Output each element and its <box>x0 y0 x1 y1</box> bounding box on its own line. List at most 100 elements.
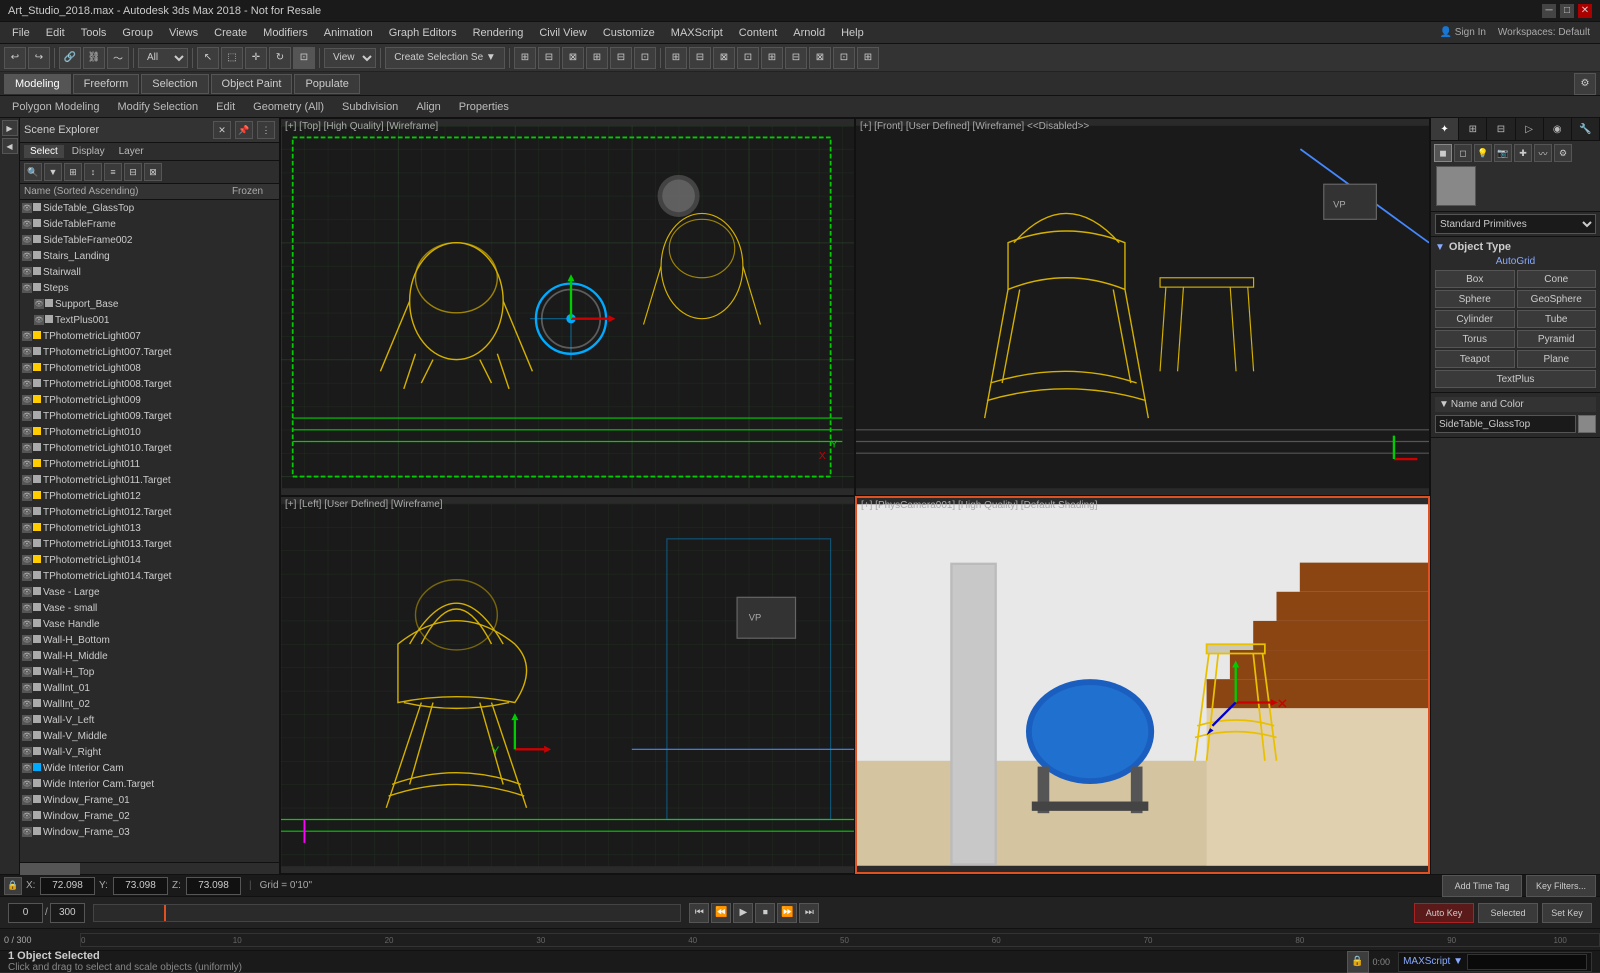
scene-list-item[interactable]: 👁Steps <box>20 280 279 296</box>
scene-list-item[interactable]: 👁Wall-H_Bottom <box>20 632 279 648</box>
left-mini-btn-2[interactable]: ◀ <box>2 138 18 154</box>
subtab-properties[interactable]: Properties <box>451 100 517 114</box>
menu-views[interactable]: Views <box>161 25 206 41</box>
ot-pyramid-button[interactable]: Pyramid <box>1517 330 1597 348</box>
scene-close-button[interactable]: ✕ <box>213 121 231 139</box>
set-key-button[interactable]: Set Key <box>1542 903 1592 923</box>
tab-selection[interactable]: Selection <box>141 74 208 94</box>
rp-color-swatch[interactable] <box>1578 415 1596 433</box>
scene-scrollbar-thumb[interactable] <box>20 863 80 875</box>
ref-coord-dropdown[interactable]: View <box>324 48 376 68</box>
menu-group[interactable]: Group <box>114 25 161 41</box>
vp-br-label[interactable]: [+] [PhysCamera001] [High Quality] [Defa… <box>861 500 1098 511</box>
tab-modeling[interactable]: Modeling <box>4 74 71 94</box>
subtab-subdivision[interactable]: Subdivision <box>334 100 406 114</box>
vp-tl-label[interactable]: [+] [Top] [High Quality] [Wireframe] <box>285 121 438 132</box>
timeline-bar[interactable] <box>93 904 682 922</box>
scene-list-item[interactable]: 👁Stairs_Landing <box>20 248 279 264</box>
align-button[interactable]: ⊟ <box>538 47 560 69</box>
scene-list-item[interactable]: 👁TPhotometricLight012.Target <box>20 504 279 520</box>
scene-list-item[interactable]: 👁Stairwall <box>20 264 279 280</box>
link-button[interactable]: 🔗 <box>59 47 81 69</box>
rp-tab-modify[interactable]: ⊞ <box>1459 118 1487 140</box>
scene-list-item[interactable]: 👁TextPlus001 <box>20 312 279 328</box>
menu-modifiers[interactable]: Modifiers <box>255 25 316 41</box>
ot-box-button[interactable]: Box <box>1435 270 1515 288</box>
bind-spacewarp-button[interactable]: 〜 <box>107 47 129 69</box>
scene-list-item[interactable]: 👁Support_Base <box>20 296 279 312</box>
timeline-track[interactable]: 0 10 20 30 40 50 60 70 80 90 100 <box>80 933 1600 947</box>
status-lock-button[interactable]: 🔒 <box>1347 951 1369 973</box>
rp-subcategory-dropdown[interactable]: Standard Primitives <box>1435 214 1596 234</box>
rp-icon-spacewarps[interactable]: 〰 <box>1534 144 1552 162</box>
subtab-geometry-all[interactable]: Geometry (All) <box>245 100 332 114</box>
scene-list-item[interactable]: 👁Wall-H_Top <box>20 664 279 680</box>
coord-lock-button[interactable]: 🔒 <box>4 877 22 895</box>
vp-bl-label[interactable]: [+] [Left] [User Defined] [Wireframe] <box>285 499 443 510</box>
scene-list-item[interactable]: 👁WallInt_01 <box>20 680 279 696</box>
mirror-button[interactable]: ⊞ <box>514 47 536 69</box>
scene-list-item[interactable]: 👁TPhotometricLight013.Target <box>20 536 279 552</box>
scene-tab-select[interactable]: Select <box>24 145 64 158</box>
maxscript-input[interactable] <box>1467 954 1587 970</box>
scene-filter-button[interactable]: ▼ <box>44 163 62 181</box>
left-mini-btn-1[interactable]: ▶ <box>2 120 18 136</box>
normal-align-button[interactable]: ⊟ <box>610 47 632 69</box>
scene-list[interactable]: 👁SideTable_GlassTop👁SideTableFrame👁SideT… <box>20 200 279 862</box>
viewport-bottom-left[interactable]: [+] [Left] [User Defined] [Wireframe] <box>280 496 855 874</box>
scene-list-item[interactable]: 👁SideTableFrame002 <box>20 232 279 248</box>
scale-button[interactable]: ⊡ <box>293 47 315 69</box>
scene-group-button[interactable]: ⊞ <box>64 163 82 181</box>
menu-customize[interactable]: Customize <box>595 25 663 41</box>
scene-list-item[interactable]: 👁TPhotometricLight008.Target <box>20 376 279 392</box>
scene-list-item[interactable]: 👁TPhotometricLight007.Target <box>20 344 279 360</box>
scene-columns-button[interactable]: ≡ <box>104 163 122 181</box>
viewport-bottom-right[interactable]: [+] [PhysCamera001] [High Quality] [Defa… <box>855 496 1430 874</box>
scene-list-item[interactable]: 👁SideTable_GlassTop <box>20 200 279 216</box>
ot-plane-button[interactable]: Plane <box>1517 350 1597 368</box>
coord-z-input[interactable] <box>186 877 241 895</box>
create-selection-button[interactable]: Create Selection Se ▼ <box>385 47 505 69</box>
scene-list-item[interactable]: 👁Window_Frame_02 <box>20 808 279 824</box>
scene-list-item[interactable]: 👁TPhotometricLight014 <box>20 552 279 568</box>
rp-icon-cameras[interactable]: 📷 <box>1494 144 1512 162</box>
anim-frame-end-input[interactable] <box>50 903 85 923</box>
quick-align-button[interactable]: ⊞ <box>586 47 608 69</box>
curve-editor-button[interactable]: ⊠ <box>713 47 735 69</box>
play-button[interactable]: ▶ <box>733 903 753 923</box>
layer-manager-button[interactable]: ⊞ <box>665 47 687 69</box>
prev-frame-button[interactable]: ⏪ <box>711 903 731 923</box>
menu-help[interactable]: Help <box>833 25 872 41</box>
scene-list-item[interactable]: 👁TPhotometricLight007 <box>20 328 279 344</box>
tab-freeform[interactable]: Freeform <box>73 74 140 94</box>
rp-icon-geometry[interactable]: ◼ <box>1434 144 1452 162</box>
menu-edit[interactable]: Edit <box>38 25 73 41</box>
scene-list-item[interactable]: 👁TPhotometricLight014.Target <box>20 568 279 584</box>
anim-frame-input[interactable] <box>8 903 43 923</box>
schematic-view-button[interactable]: ⊡ <box>737 47 759 69</box>
subtab-align[interactable]: Align <box>408 100 448 114</box>
ot-torus-button[interactable]: Torus <box>1435 330 1515 348</box>
menu-arnold[interactable]: Arnold <box>785 25 833 41</box>
subtab-polygon-modeling[interactable]: Polygon Modeling <box>4 100 107 114</box>
undo-button[interactable]: ↩ <box>4 47 26 69</box>
key-filters-button[interactable]: Key Filters... <box>1526 875 1596 897</box>
scene-find-button[interactable]: 🔍 <box>24 163 42 181</box>
render-button[interactable]: ⊠ <box>809 47 831 69</box>
scene-list-item[interactable]: 👁Vase Handle <box>20 616 279 632</box>
vp-tr-label[interactable]: [+] [Front] [User Defined] [Wireframe] <… <box>860 121 1089 132</box>
maximize-button[interactable]: □ <box>1560 4 1574 18</box>
scene-list-item[interactable]: 👁TPhotometricLight012 <box>20 488 279 504</box>
scene-list-item[interactable]: 👁Vase - Large <box>20 584 279 600</box>
ot-textplus-button[interactable]: TextPlus <box>1435 370 1596 388</box>
scene-list-item[interactable]: 👁SideTableFrame <box>20 216 279 232</box>
menu-civil-view[interactable]: Civil View <box>531 25 594 41</box>
scene-list-item[interactable]: 👁Wall-V_Middle <box>20 728 279 744</box>
select-object-button[interactable]: ↖ <box>197 47 219 69</box>
go-to-end-button[interactable]: ⏭ <box>799 903 819 923</box>
rp-icon-helpers[interactable]: ✚ <box>1514 144 1532 162</box>
scene-list-item[interactable]: 👁TPhotometricLight009.Target <box>20 408 279 424</box>
tab-populate[interactable]: Populate <box>294 74 359 94</box>
move-button[interactable]: ✛ <box>245 47 267 69</box>
coord-x-input[interactable] <box>40 877 95 895</box>
